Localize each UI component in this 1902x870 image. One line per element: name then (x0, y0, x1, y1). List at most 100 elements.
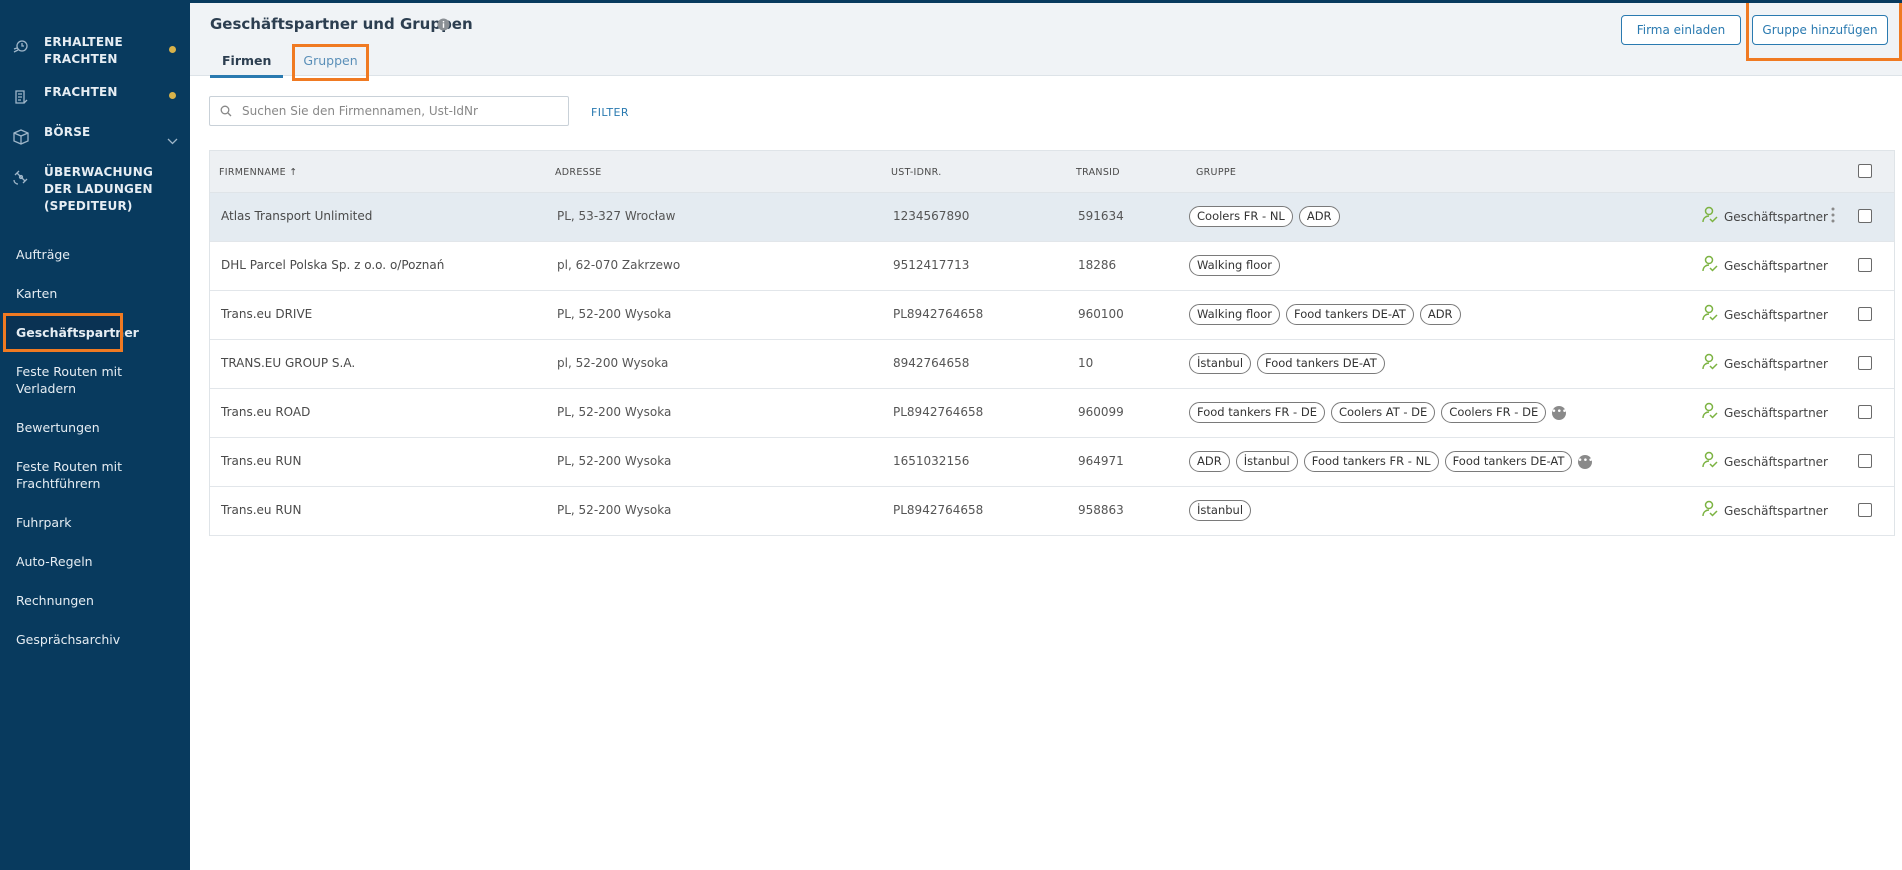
page-title: Geschäftspartner und Gruppen (210, 15, 473, 33)
sidebar-link-carrier-routes[interactable]: Feste Routen mit Frachtführern (0, 447, 190, 503)
sidebar-item-load-monitoring[interactable]: ÜBERWACHUNG DER LADUNGEN (SPEDITEUR) (0, 156, 190, 223)
company-address: PL, 52-200 Wysoka (557, 405, 672, 419)
add-group-button[interactable]: Gruppe hinzufügen (1752, 15, 1888, 45)
company-transid: 960100 (1078, 307, 1124, 321)
satellite-icon (10, 166, 32, 188)
sidebar-item-label: ÜBERWACHUNG DER LADUNGEN (SPEDITEUR) (44, 165, 153, 213)
table-row[interactable]: Trans.eu RUN PL, 52-200 Wysoka PL8942764… (210, 487, 1894, 536)
company-name[interactable]: DHL Parcel Polska Sp. z o.o. o/Poznań (221, 258, 444, 272)
group-list: ADR İstanbul Food tankers FR - NL Food tank… (1189, 451, 1593, 472)
row-checkbox[interactable] (1858, 307, 1872, 321)
company-name[interactable]: Trans.eu ROAD (221, 405, 310, 419)
company-transid: 10 (1078, 356, 1094, 370)
company-vat: PL8942764658 (893, 307, 984, 321)
company-name[interactable]: Trans.eu RUN (221, 503, 301, 517)
company-transid: 960099 (1078, 405, 1124, 419)
box-icon (10, 126, 32, 148)
company-address: pl, 52-200 Wysoka (557, 356, 669, 370)
filter-button[interactable]: FILTER (591, 106, 629, 119)
notification-dot (169, 46, 176, 53)
group-list: Walking floor (1189, 255, 1281, 276)
more-groups-icon[interactable]: ••• (1577, 454, 1593, 469)
group-chip[interactable]: Food tankers DE-AT (1286, 304, 1414, 325)
partner-status: Geschäftspartner (1702, 500, 1828, 521)
chevron-down-icon[interactable] (167, 130, 178, 149)
column-header-vat: UST-IDNR. (891, 167, 942, 178)
sidebar-item-received-freights[interactable]: ERHALTENE FRACHTEN (0, 26, 190, 76)
sidebar-link-business-partners[interactable]: Geschäftspartner (3, 313, 139, 352)
row-checkbox[interactable] (1858, 258, 1872, 272)
select-all-checkbox[interactable] (1858, 164, 1872, 178)
group-chip[interactable]: Walking floor (1189, 304, 1281, 325)
sidebar-item-label: BÖRSE (44, 125, 91, 139)
partner-check-icon (1702, 353, 1718, 374)
partner-check-icon (1702, 255, 1718, 276)
sidebar-link-chat-archive[interactable]: Gesprächsarchiv (0, 620, 190, 659)
search-input[interactable] (240, 103, 550, 119)
company-address: PL, 52-200 Wysoka (557, 503, 672, 517)
group-chip[interactable]: Food tankers DE-AT (1257, 353, 1385, 374)
table-row[interactable]: Atlas Transport Unlimited PL, 53-327 Wro… (210, 193, 1894, 242)
group-list: Walking floor Food tankers DE-AT ADR (1189, 304, 1461, 325)
sidebar-link-ratings[interactable]: Bewertungen (0, 408, 190, 447)
group-chip[interactable]: Coolers AT - DE (1330, 402, 1436, 423)
company-name[interactable]: Trans.eu RUN (221, 454, 301, 468)
sidebar-item-exchange[interactable]: BÖRSE (0, 116, 190, 156)
company-transid: 591634 (1078, 209, 1124, 223)
company-name[interactable]: Trans.eu DRIVE (221, 307, 312, 321)
sidebar-link-orders[interactable]: Aufträge (0, 235, 190, 274)
row-checkbox[interactable] (1858, 503, 1872, 517)
sidebar-link-maps[interactable]: Karten (0, 274, 190, 313)
group-chip[interactable]: İstanbul (1189, 353, 1252, 374)
group-chip[interactable]: Coolers FR - NL (1189, 206, 1293, 227)
sidebar-link-fleet[interactable]: Fuhrpark (0, 503, 190, 542)
tab-groups[interactable]: Gruppen (292, 44, 369, 81)
partner-label: Geschäftspartner (1724, 454, 1828, 469)
row-checkbox[interactable] (1858, 209, 1872, 223)
group-chip[interactable]: ADR (1298, 206, 1340, 227)
group-chip[interactable]: Food tankers DE-AT (1444, 451, 1573, 472)
row-checkbox[interactable] (1858, 454, 1872, 468)
company-vat: PL8942764658 (893, 405, 984, 419)
invite-company-button[interactable]: Firma einladen (1621, 15, 1741, 45)
group-list: İstanbul Food tankers DE-AT (1189, 353, 1385, 374)
sidebar-link-shipper-routes[interactable]: Feste Routen mit Verladern (0, 352, 190, 408)
company-transid: 958863 (1078, 503, 1124, 517)
tab-bar: Firmen Gruppen (210, 44, 369, 81)
column-header-name[interactable]: FIRMENNAME ↑ (219, 167, 298, 178)
group-chip[interactable]: Food tankers FR - NL (1303, 451, 1439, 472)
search-icon (220, 102, 232, 121)
group-chip[interactable]: Walking floor (1189, 255, 1281, 276)
more-groups-icon[interactable]: ••• (1551, 405, 1567, 420)
company-vat: 8942764658 (893, 356, 970, 370)
group-chip[interactable]: Food tankers FR - DE (1189, 402, 1325, 423)
company-name[interactable]: Atlas Transport Unlimited (221, 209, 372, 223)
sidebar-top-section: ERHALTENE FRACHTEN FRACHTEN BÖRSE ÜBERWA… (0, 0, 190, 223)
sidebar-link-auto-rules[interactable]: Auto-Regeln (0, 542, 190, 581)
group-chip[interactable]: İstanbul (1189, 500, 1252, 521)
sidebar-item-freights[interactable]: FRACHTEN (0, 76, 190, 116)
group-chip[interactable]: İstanbul (1235, 451, 1298, 472)
table-row[interactable]: Trans.eu ROAD PL, 52-200 Wysoka PL894276… (210, 389, 1894, 438)
group-chip[interactable]: Coolers FR - DE (1441, 402, 1547, 423)
sidebar-item-label: ERHALTENE FRACHTEN (44, 35, 123, 66)
partners-table: FIRMENNAME ↑ ADRESSE UST-IDNR. TRANSID G… (209, 150, 1895, 536)
received-freight-icon (10, 36, 32, 58)
more-options-icon[interactable] (1831, 207, 1835, 227)
group-chip[interactable]: ADR (1419, 304, 1461, 325)
partner-label: Geschäftspartner (1724, 405, 1828, 420)
info-icon[interactable] (437, 16, 450, 35)
group-chip[interactable]: ADR (1189, 451, 1230, 472)
table-row[interactable]: TRANS.EU GROUP S.A. pl, 52-200 Wysoka 89… (210, 340, 1894, 389)
company-name[interactable]: TRANS.EU GROUP S.A. (221, 356, 355, 370)
table-row[interactable]: Trans.eu RUN PL, 52-200 Wysoka 165103215… (210, 438, 1894, 487)
row-checkbox[interactable] (1858, 405, 1872, 419)
partner-label: Geschäftspartner (1724, 258, 1828, 273)
row-checkbox[interactable] (1858, 356, 1872, 370)
table-row[interactable]: Trans.eu DRIVE PL, 52-200 Wysoka PL89427… (210, 291, 1894, 340)
partner-status: Geschäftspartner (1702, 451, 1828, 472)
table-row[interactable]: DHL Parcel Polska Sp. z o.o. o/Poznań pl… (210, 242, 1894, 291)
sidebar-link-invoices[interactable]: Rechnungen (0, 581, 190, 620)
search-box (209, 96, 569, 126)
tab-firms[interactable]: Firmen (210, 47, 284, 78)
